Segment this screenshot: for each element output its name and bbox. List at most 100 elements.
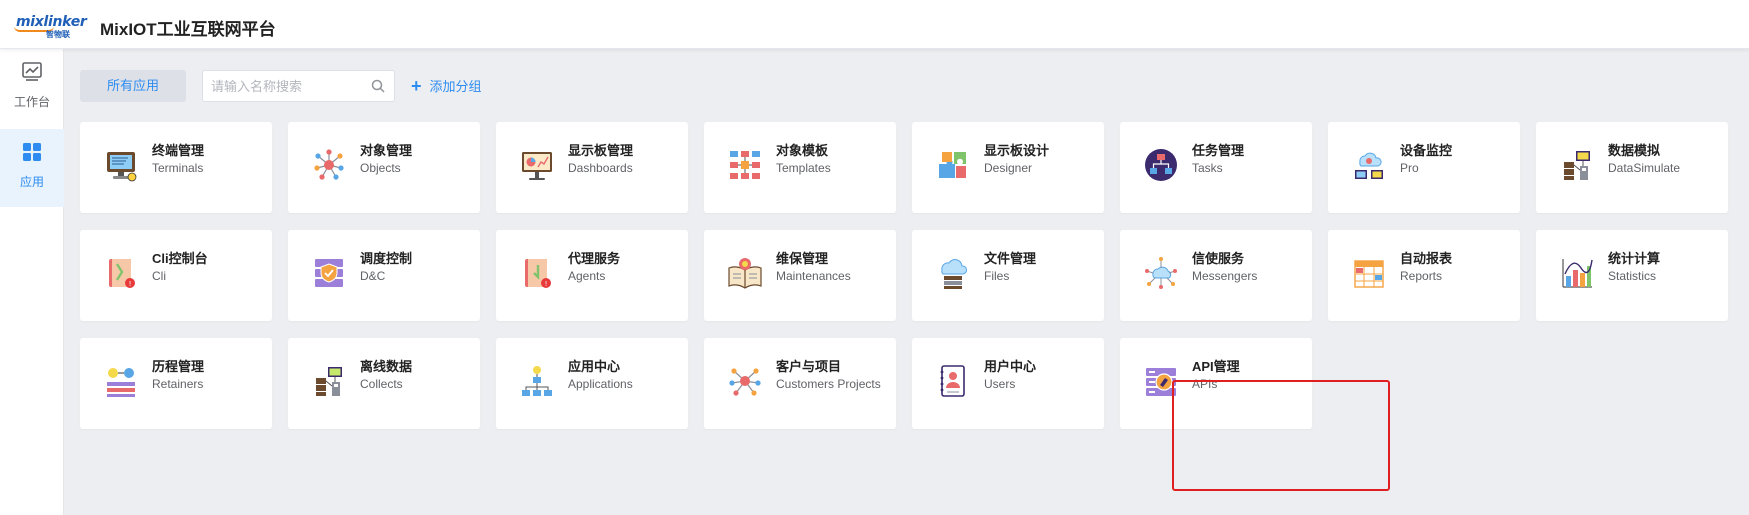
report-table-icon [1354,260,1384,288]
app-card-retainers[interactable]: 历程管理 Retainers [80,338,272,429]
search-box[interactable] [202,70,395,102]
app-subtitle: D&C [360,269,386,283]
sidebar: 工作台 应用 [0,49,64,515]
app-title: 代理服务 [568,251,621,266]
app-title: 文件管理 [984,251,1037,266]
plus-icon: + [411,76,422,96]
app-subtitle: Objects [360,161,401,175]
main-content: 所有应用 + 添加分组 终端管理 Terminals [64,49,1749,515]
app-card-dispatch-control[interactable]: 调度控制 D&C [288,230,480,321]
app-subtitle: Maintenances [776,269,851,283]
app-title: 任务管理 [1192,143,1245,158]
sidebar-item-apps[interactable]: 应用 [0,129,64,207]
app-card-agents[interactable]: ! 代理服务 Agents [496,230,688,321]
chart-line-icon [22,62,42,81]
app-subtitle: Files [984,269,1010,283]
add-group-button[interactable]: + 添加分组 [411,70,482,102]
app-title: 维保管理 [776,251,829,266]
search-input[interactable] [211,71,361,101]
server-shield-icon [315,259,343,287]
app-card-templates[interactable]: 对象模板 Templates [704,122,896,213]
api-server-icon [1146,368,1176,396]
app-title: 应用中心 [568,359,621,374]
statistics-chart-icon [1562,259,1593,288]
app-card-files[interactable]: 文件管理 Files [912,230,1104,321]
svg-text:!: ! [129,280,132,288]
app-subtitle: Templates [776,161,831,175]
app-card-messengers[interactable]: 信使服务 Messengers [1120,230,1312,321]
dashboard-board-icon [522,152,552,180]
app-card-tasks[interactable]: 任务管理 Tasks [1120,122,1312,213]
app-title: 客户与项目 [776,359,842,374]
mixlinker-logo[interactable]: mixlinker 智物联 [14,12,92,39]
tasks-hierarchy-icon [1145,149,1177,181]
terminal-icon [107,152,137,182]
agents-book-icon: ! [525,259,551,288]
templates-icon [730,151,760,179]
app-card-apis[interactable]: API管理 APIs [1120,338,1312,429]
app-card-reports[interactable]: 自动报表 Reports [1328,230,1520,321]
search-icon[interactable] [371,79,385,93]
cloud-network-icon [1145,257,1177,289]
app-title: 显示板管理 [568,143,634,158]
app-subtitle: Statistics [1608,269,1657,283]
app-title: 历程管理 [152,359,205,374]
app-title: 终端管理 [152,143,205,158]
app-title: 自动报表 [1400,251,1453,266]
app-subtitle: Users [984,377,1016,391]
app-subtitle: Agents [568,269,606,283]
app-card-offline-data[interactable]: 离线数据 Collects [288,338,480,429]
app-subtitle: Messengers [1192,269,1258,283]
app-title: MixIOT工业互联网平台 [100,20,276,39]
grid-apps-icon [23,143,41,161]
app-subtitle: Retainers [152,377,204,391]
app-card-maintenances[interactable]: 维保管理 Maintenances [704,230,896,321]
app-subtitle: Dashboards [568,161,633,175]
app-subtitle: Terminals [152,161,204,175]
app-title: 对象管理 [360,143,413,158]
app-card-objects[interactable]: 对象管理 Objects [288,122,480,213]
app-subtitle: APIs [1192,377,1218,391]
app-title: 设备监控 [1400,143,1453,158]
app-card-cli[interactable]: ! Cli控制台 Cli [80,230,272,321]
app-subtitle: Applications [568,377,633,391]
app-subtitle: Cli [152,269,166,283]
svg-text:!: ! [545,280,548,288]
app-subtitle: Customers Projects [776,377,881,391]
app-card-dashboards[interactable]: 显示板管理 Dashboards [496,122,688,213]
app-title: 信使服务 [1192,251,1245,266]
app-title: 用户中心 [984,359,1037,374]
applications-tree-icon [522,366,552,396]
app-card-statistics[interactable]: 统计计算 Statistics [1536,230,1728,321]
app-title: API管理 [1192,359,1240,374]
app-card-users[interactable]: 用户中心 Users [912,338,1104,429]
app-card-customers-projects[interactable]: 客户与项目 Customers Projects [704,338,896,429]
app-title: Cli控制台 [152,251,208,266]
app-card-applications[interactable]: 应用中心 Applications [496,338,688,429]
app-subtitle: Designer [984,161,1033,175]
app-card-data-simulate[interactable]: 数据模拟 DataSimulate [1536,122,1728,213]
sidebar-item-label: 应用 [19,175,44,189]
top-bar: mixlinker 智物联 MixIOT工业互联网平台 [0,0,1749,49]
app-title: 离线数据 [360,359,413,374]
app-card-designer[interactable]: 显示板设计 Designer [912,122,1104,213]
sidebar-item-label: 工作台 [13,95,50,109]
app-subtitle: DataSimulate [1608,161,1681,175]
objects-network-icon [314,149,344,180]
app-title: 对象模板 [776,143,829,158]
app-title: 调度控制 [360,251,413,266]
app-subtitle: Tasks [1192,161,1223,175]
user-profile-icon [940,365,965,397]
cloud-files-icon [941,259,967,289]
offline-data-icon [316,367,342,396]
app-subtitle: Reports [1400,269,1443,283]
app-card-device-monitor[interactable]: 设备监控 Pro [1328,122,1520,213]
app-title: 统计计算 [1608,251,1661,266]
puzzle-icon [939,152,966,178]
all-apps-button[interactable]: 所有应用 [80,70,186,102]
app-card-terminals[interactable]: 终端管理 Terminals [80,122,272,213]
sidebar-item-workbench[interactable]: 工作台 [0,49,64,127]
data-simulate-icon [1564,151,1590,180]
maintenance-book-icon [728,258,762,289]
cloud-monitor-icon [1355,152,1383,179]
